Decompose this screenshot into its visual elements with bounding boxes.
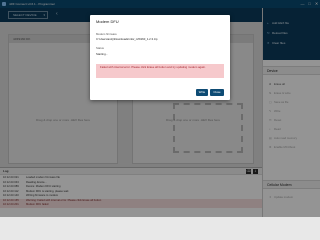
firmware-label: Modem firmware	[96, 32, 117, 36]
write-button[interactable]: Write	[196, 89, 208, 96]
close-button[interactable]: Close	[210, 89, 224, 96]
modal-backdrop[interactable]: Modem DFU Modem firmware C:\Users\andy\D…	[0, 0, 320, 217]
status-label: Status	[96, 46, 104, 50]
status-value: Starting...	[96, 52, 108, 56]
error-alert: Failed with internal error. Please click…	[96, 64, 224, 78]
modem-dfu-dialog: Modem DFU Modem firmware C:\Users\andy\D…	[90, 15, 230, 100]
dialog-title: Modem DFU	[96, 19, 119, 24]
firmware-path: C:\Users\andy\Downloads\mfw_nrf9160_1.2.…	[96, 37, 158, 41]
